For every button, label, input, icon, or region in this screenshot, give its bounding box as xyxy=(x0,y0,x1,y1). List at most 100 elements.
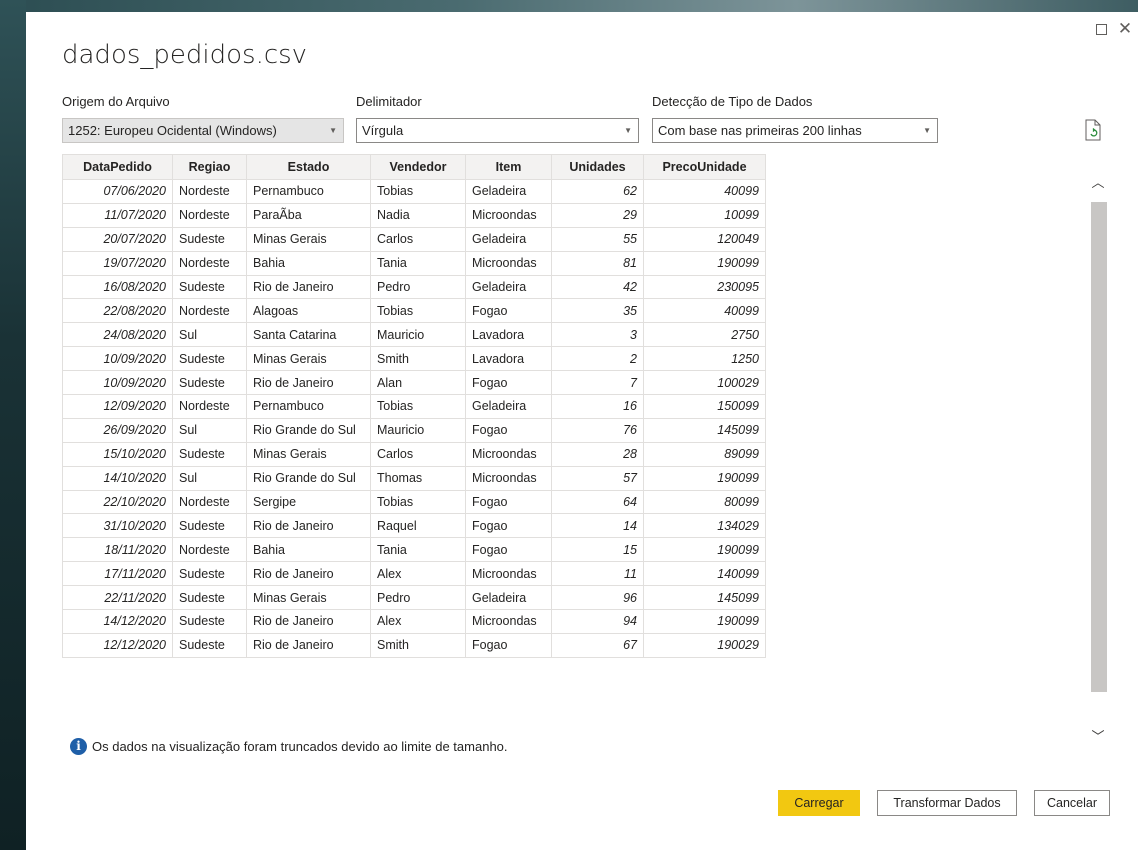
table-cell: 96 xyxy=(551,585,644,611)
table-cell: 67 xyxy=(551,632,644,658)
origem-value: 1252: Europeu Ocidental (Windows) xyxy=(68,123,277,138)
table-cell: 3 xyxy=(551,322,644,348)
table-cell: Tania xyxy=(370,250,466,276)
preview-table-container: DataPedido Regiao Estado Vendedor Item U… xyxy=(62,154,1108,730)
table-cell: 22/11/2020 xyxy=(62,585,173,611)
table-cell: Sudeste xyxy=(172,274,247,300)
csv-import-dialog: ✕ dados_pedidos.csv Origem do Arquivo 12… xyxy=(26,12,1138,850)
table-cell: 42 xyxy=(551,274,644,300)
table-cell: 89099 xyxy=(643,441,766,467)
cancel-button[interactable]: Cancelar xyxy=(1034,790,1110,816)
table-cell: 22/08/2020 xyxy=(62,298,173,324)
table-cell: Pedro xyxy=(370,585,466,611)
table-row: 26/09/2020 Sul Rio Grande do Sul Mauricio Fo… xyxy=(62,417,766,443)
column-header[interactable]: DataPedido xyxy=(62,154,173,180)
table-cell: 28 xyxy=(551,441,644,467)
chevron-down-icon: ▼ xyxy=(923,126,931,135)
close-icon: ✕ xyxy=(1117,19,1133,39)
column-header[interactable]: Item xyxy=(465,154,552,180)
table-cell: ParaÃba xyxy=(246,202,371,228)
table-cell: Thomas xyxy=(370,465,466,491)
table-cell: 16 xyxy=(551,394,644,419)
table-cell: Nordeste xyxy=(172,489,247,515)
table-cell: Microondas xyxy=(465,202,552,228)
table-cell: Fogao xyxy=(465,537,552,563)
table-cell: Fogao xyxy=(465,632,552,658)
load-button[interactable]: Carregar xyxy=(778,790,860,816)
table-cell: 15 xyxy=(551,537,644,563)
table-cell: 35 xyxy=(551,298,644,324)
table-row: 14/12/2020 Sudeste Rio de Janeiro Alex Micro… xyxy=(62,609,766,634)
table-cell: Sergipe xyxy=(246,489,371,515)
table-cell: 55 xyxy=(551,226,644,252)
table-row: 10/09/2020 Sudeste Minas Gerais Smith Lavado… xyxy=(62,346,766,372)
table-row: 12/09/2020 Nordeste Pernambuco Tobias Gelade… xyxy=(62,394,766,419)
table-row: 31/10/2020 Sudeste Rio de Janeiro Raquel Fog… xyxy=(62,513,766,539)
table-cell: Lavadora xyxy=(465,322,552,348)
table-cell: Santa Catarina xyxy=(246,322,371,348)
chevron-down-icon: ▼ xyxy=(329,126,337,135)
table-cell: 16/08/2020 xyxy=(62,274,173,300)
table-cell: Sudeste xyxy=(172,561,247,587)
delimitador-select[interactable]: Vírgula ▼ xyxy=(356,118,639,143)
table-cell: 10099 xyxy=(643,202,766,228)
refresh-icon[interactable] xyxy=(1084,119,1102,141)
table-cell: 10/09/2020 xyxy=(62,346,173,372)
table-cell: 150099 xyxy=(643,394,766,419)
table-cell: 190029 xyxy=(643,632,766,658)
chevron-down-icon[interactable]: ﹀ xyxy=(1088,728,1108,748)
table-cell: 80099 xyxy=(643,489,766,515)
table-cell: 20/07/2020 xyxy=(62,226,173,252)
table-cell: 14 xyxy=(551,513,644,539)
column-header[interactable]: Regiao xyxy=(172,154,247,180)
origem-select[interactable]: 1252: Europeu Ocidental (Windows) ▼ xyxy=(62,118,344,143)
table-cell: 07/06/2020 xyxy=(62,179,173,204)
table-cell: 62 xyxy=(551,179,644,204)
table-cell: Minas Gerais xyxy=(246,585,371,611)
table-cell: Sudeste xyxy=(172,346,247,372)
table-cell: 2750 xyxy=(643,322,766,348)
table-cell: Alex xyxy=(370,609,466,634)
transform-data-button[interactable]: Transformar Dados xyxy=(877,790,1017,816)
table-cell: Bahia xyxy=(246,537,371,563)
column-header[interactable]: Unidades xyxy=(551,154,644,180)
table-cell: Rio de Janeiro xyxy=(246,609,371,634)
table-cell: 24/08/2020 xyxy=(62,322,173,348)
table-cell: Sudeste xyxy=(172,632,247,658)
table-cell: Tania xyxy=(370,537,466,563)
table-cell: 11 xyxy=(551,561,644,587)
deteccao-label: Detecção de Tipo de Dados xyxy=(652,94,813,109)
table-cell: Smith xyxy=(370,346,466,372)
table-cell: 100029 xyxy=(643,370,766,396)
table-cell: 190099 xyxy=(643,537,766,563)
table-row: 11/07/2020 Nordeste ParaÃba Nadia Microondas… xyxy=(62,202,766,228)
table-cell: Sudeste xyxy=(172,585,247,611)
column-header[interactable]: Vendedor xyxy=(370,154,466,180)
deteccao-select[interactable]: Com base nas primeiras 200 linhas ▼ xyxy=(652,118,938,143)
column-header[interactable]: Estado xyxy=(246,154,371,180)
chevron-up-icon[interactable]: ︿ xyxy=(1088,174,1108,194)
close-button[interactable]: ✕ xyxy=(1114,18,1136,40)
table-cell: Tobias xyxy=(370,298,466,324)
table-cell: Sudeste xyxy=(172,513,247,539)
vertical-scrollbar[interactable]: ︿ ﹀ xyxy=(1088,170,1108,748)
table-cell: Alan xyxy=(370,370,466,396)
table-cell: Sul xyxy=(172,322,247,348)
column-header[interactable]: PrecoUnidade xyxy=(643,154,766,180)
table-cell: 19/07/2020 xyxy=(62,250,173,276)
table-cell: Microondas xyxy=(465,250,552,276)
maximize-button[interactable] xyxy=(1090,18,1112,40)
table-cell: 81 xyxy=(551,250,644,276)
table-cell: 10/09/2020 xyxy=(62,370,173,396)
table-cell: Rio Grande do Sul xyxy=(246,417,371,443)
table-row: 18/11/2020 Nordeste Bahia Tania Fogao 15 19009… xyxy=(62,537,766,563)
table-cell: Nordeste xyxy=(172,394,247,419)
table-cell: Nordeste xyxy=(172,250,247,276)
table-cell: Geladeira xyxy=(465,394,552,419)
scrollbar-thumb[interactable] xyxy=(1091,202,1107,692)
table-cell: 57 xyxy=(551,465,644,491)
table-cell: 15/10/2020 xyxy=(62,441,173,467)
table-cell: Smith xyxy=(370,632,466,658)
table-cell: Geladeira xyxy=(465,179,552,204)
background-window-edge xyxy=(0,0,26,850)
